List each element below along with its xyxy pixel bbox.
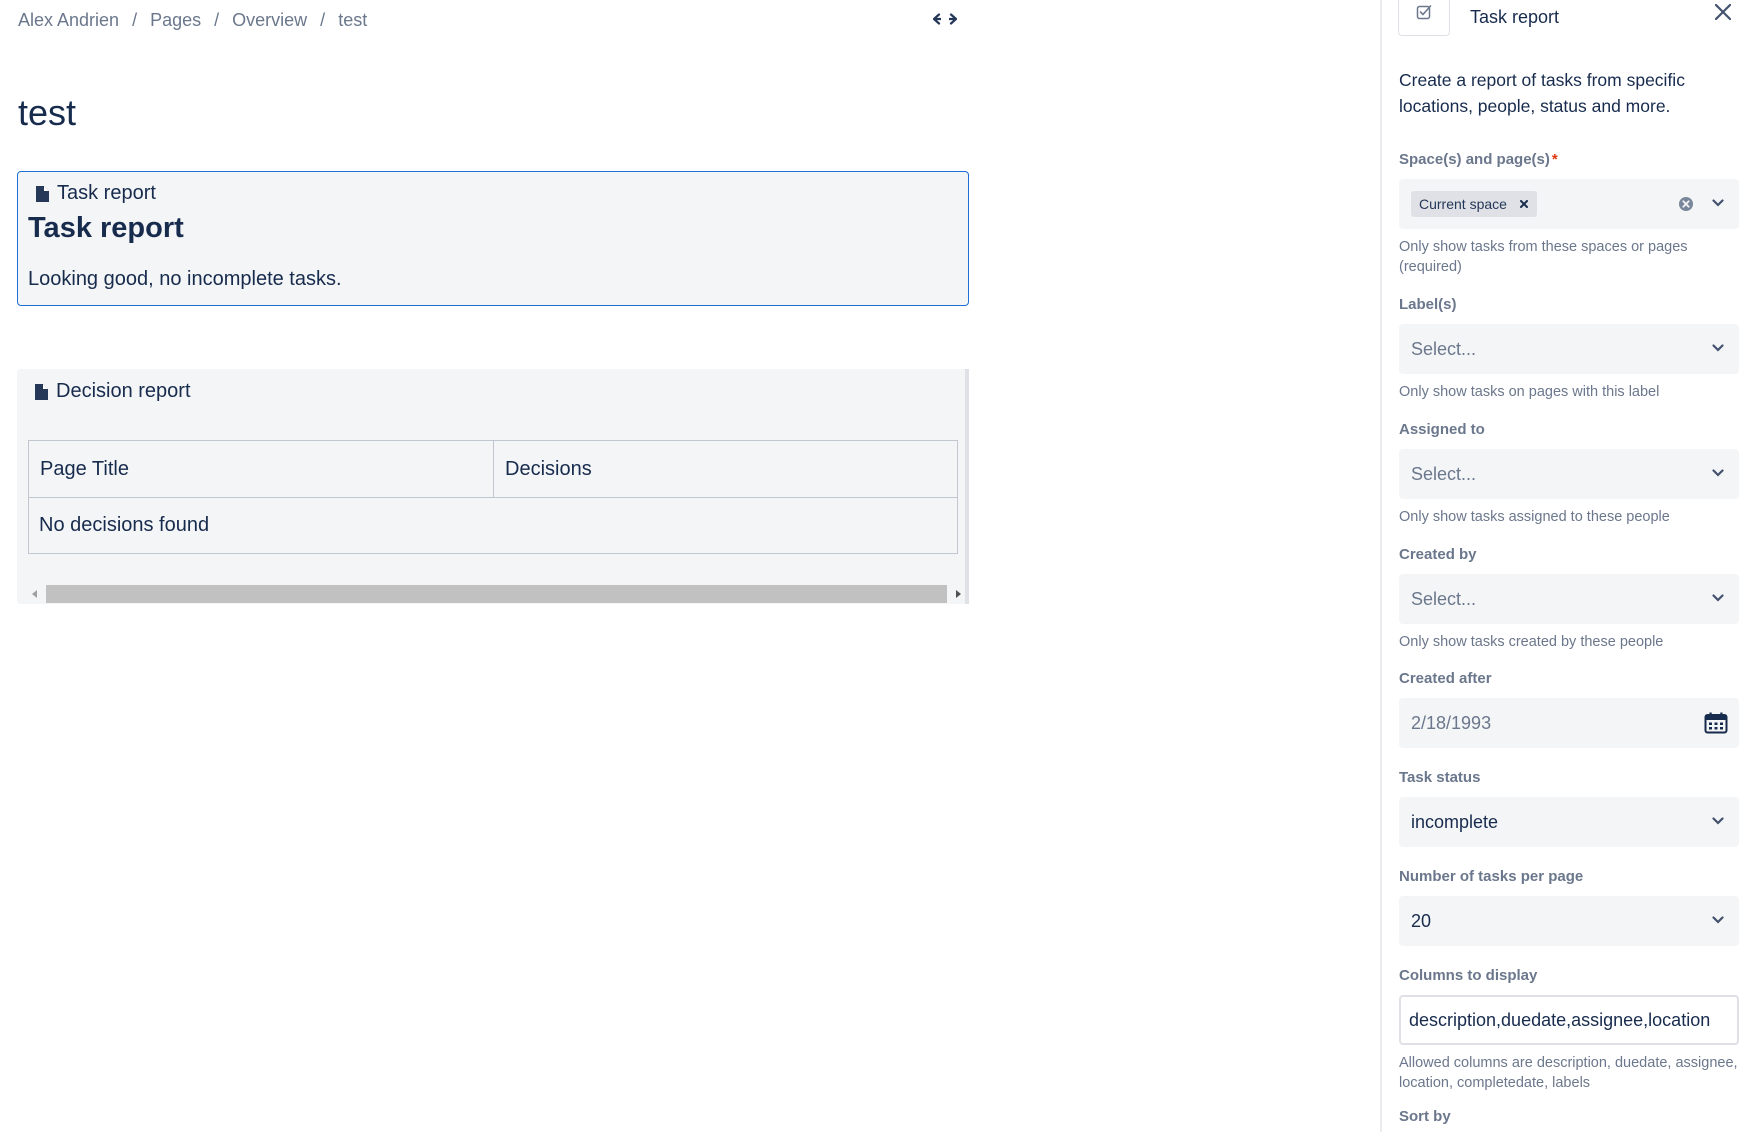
columns-field: Columns to display description,duedate,a…	[1399, 967, 1739, 1093]
created-by-select[interactable]: Select...	[1399, 574, 1739, 624]
chevron-down-icon[interactable]	[1711, 591, 1725, 605]
chevron-down-icon[interactable]	[1711, 341, 1725, 355]
breadcrumb-separator: /	[214, 9, 220, 30]
table-header-row: Page Title Decisions	[28, 440, 958, 498]
columns-label: Columns to display	[1399, 967, 1538, 984]
breadcrumb-item-pages[interactable]: Pages	[150, 10, 201, 31]
assigned-field: Assigned to Select... Only show tasks as…	[1399, 421, 1739, 527]
columns-input[interactable]: description,duedate,assignee,location	[1399, 995, 1739, 1045]
document-icon	[35, 383, 48, 400]
column-header-page-title: Page Title	[28, 440, 494, 498]
spaces-label: Space(s) and page(s)	[1399, 151, 1550, 168]
horizontal-scrollbar[interactable]	[28, 585, 965, 603]
decisions-table: Page Title Decisions No decisions found	[28, 440, 958, 554]
created-after-label: Created after	[1399, 670, 1492, 687]
spaces-select[interactable]: Current space	[1399, 179, 1739, 229]
panel-header: Task report	[1398, 0, 1738, 36]
selected-space-label: Current space	[1419, 196, 1507, 212]
macro-label: Task report	[57, 182, 156, 204]
task-status-select[interactable]: incomplete	[1399, 797, 1739, 847]
sort-by-field: Sort by	[1399, 1108, 1739, 1130]
selected-space-tag: Current space	[1411, 191, 1537, 217]
columns-value: description,duedate,assignee,location	[1409, 1009, 1711, 1030]
columns-helper: Allowed columns are description, duedate…	[1399, 1055, 1738, 1091]
macro-header: Task report	[36, 182, 156, 205]
chevron-down-icon[interactable]	[1711, 814, 1725, 828]
macro-header: Decision report	[35, 380, 191, 403]
assigned-label: Assigned to	[1399, 421, 1485, 438]
created-by-label: Created by	[1399, 546, 1477, 563]
labels-helper: Only show tasks on pages with this label	[1399, 384, 1660, 400]
scroll-left-icon[interactable]	[28, 585, 42, 603]
page-title[interactable]: test	[18, 92, 76, 134]
macro-edge	[965, 369, 969, 604]
panel-description: Create a report of tasks from specific l…	[1399, 70, 1685, 116]
calendar-icon[interactable]	[1703, 710, 1729, 736]
table-row: No decisions found	[28, 497, 958, 554]
empty-table-message: No decisions found	[28, 497, 958, 554]
task-report-macro[interactable]: Task report Task report Looking good, no…	[17, 171, 969, 306]
task-status-field: Task status incomplete	[1399, 769, 1739, 847]
tasks-per-page-value: 20	[1411, 910, 1432, 931]
labels-label: Label(s)	[1399, 296, 1457, 313]
decision-report-macro[interactable]: Decision report Page Title Decisions No …	[17, 369, 969, 604]
breadcrumb-item-overview[interactable]: Overview	[232, 10, 307, 31]
breadcrumb-item-user[interactable]: Alex Andrien	[18, 10, 119, 31]
sort-by-label: Sort by	[1399, 1108, 1451, 1125]
breadcrumb-separator: /	[132, 9, 138, 30]
task-status-label: Task status	[1399, 769, 1481, 786]
scroll-thumb[interactable]	[46, 585, 947, 603]
labels-placeholder: Select...	[1411, 338, 1477, 359]
chevron-down-icon[interactable]	[1711, 196, 1725, 210]
task-checkbox-icon	[1398, 0, 1450, 36]
breadcrumb: Alex Andrien / Pages / Overview / test	[18, 8, 367, 32]
spaces-field: Space(s) and page(s) * Current space Only…	[1399, 151, 1739, 277]
tasks-per-page-field: Number of tasks per page 20	[1399, 868, 1739, 946]
required-mark: *	[1551, 151, 1558, 168]
breadcrumb-separator: /	[320, 9, 326, 30]
tasks-per-page-label: Number of tasks per page	[1399, 868, 1584, 885]
expand-width-icon[interactable]	[932, 9, 958, 29]
scroll-right-icon[interactable]	[951, 585, 965, 603]
macro-config-panel: Task report Create a report of tasks fro…	[1380, 0, 1750, 1132]
document-icon	[36, 185, 49, 202]
tasks-per-page-select[interactable]: 20	[1399, 896, 1739, 946]
assigned-select[interactable]: Select...	[1399, 449, 1739, 499]
spaces-helper: Only show tasks from these spaces or pag…	[1399, 239, 1688, 275]
remove-tag-icon[interactable]	[1517, 197, 1531, 211]
labels-select[interactable]: Select...	[1399, 324, 1739, 374]
close-icon[interactable]	[1709, 0, 1737, 26]
created-after-field: Created after 2/18/1993	[1399, 670, 1739, 748]
created-by-helper: Only show tasks created by these people	[1399, 634, 1664, 650]
chevron-down-icon[interactable]	[1711, 913, 1725, 927]
column-header-decisions: Decisions	[493, 440, 958, 498]
created-by-placeholder: Select...	[1411, 588, 1477, 609]
task-status-value: incomplete	[1411, 811, 1499, 832]
macro-label: Decision report	[56, 380, 191, 402]
assigned-helper: Only show tasks assigned to these people	[1399, 509, 1670, 525]
task-report-message: Looking good, no incomplete tasks.	[28, 268, 342, 290]
panel-title: Task report	[1470, 6, 1560, 27]
chevron-down-icon[interactable]	[1711, 466, 1725, 480]
created-after-value: 2/18/1993	[1411, 712, 1492, 733]
labels-field: Label(s) Select... Only show tasks on pa…	[1399, 296, 1739, 402]
created-by-field: Created by Select... Only show tasks cre…	[1399, 546, 1739, 652]
breadcrumb-item-current[interactable]: test	[338, 10, 367, 31]
created-after-date-input[interactable]: 2/18/1993	[1399, 698, 1739, 748]
assigned-placeholder: Select...	[1411, 463, 1477, 484]
task-report-heading: Task report	[28, 212, 184, 244]
clear-icon[interactable]	[1677, 195, 1695, 213]
